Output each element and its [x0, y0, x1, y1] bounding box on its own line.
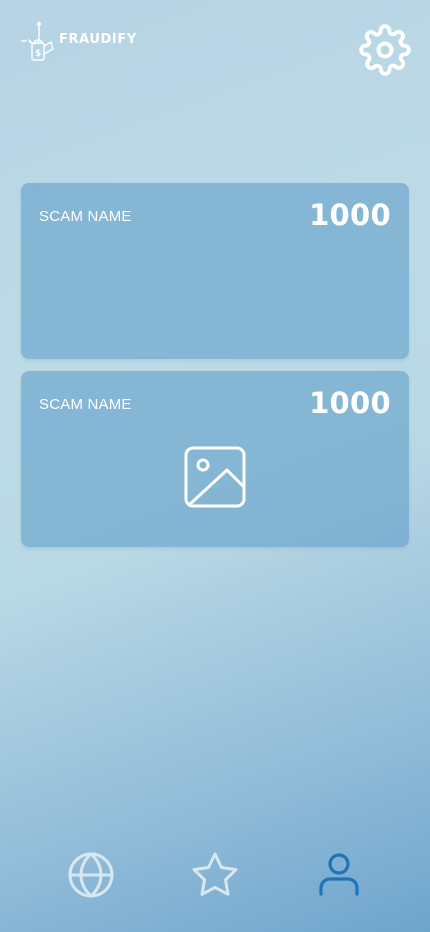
star-icon: [192, 852, 238, 896]
nav-profile-button[interactable]: [314, 850, 364, 900]
fishing-hook-bag-icon: $: [21, 21, 54, 61]
settings-button[interactable]: [359, 24, 411, 76]
scam-score: 1000: [309, 386, 391, 420]
gear-icon: [359, 24, 411, 76]
scam-card[interactable]: SCAM NAME 1000: [21, 371, 409, 547]
app-name: FRAUDIFY: [59, 31, 137, 47]
globe-icon: [68, 852, 114, 898]
scam-name: SCAM NAME: [39, 396, 132, 413]
scam-card[interactable]: SCAM NAME 1000: [21, 183, 409, 359]
user-icon: [319, 853, 359, 896]
nav-explore-button[interactable]: [66, 850, 116, 900]
nav-favorites-button[interactable]: [190, 850, 240, 900]
bottom-navigation: [0, 840, 430, 910]
app-header: $ FRAUDIFY: [0, 0, 430, 100]
image-placeholder-icon: [184, 446, 246, 508]
scam-name: SCAM NAME: [39, 208, 132, 225]
app-logo[interactable]: $ FRAUDIFY: [20, 21, 137, 63]
svg-text:$: $: [35, 49, 41, 59]
scam-score: 1000: [309, 198, 391, 232]
